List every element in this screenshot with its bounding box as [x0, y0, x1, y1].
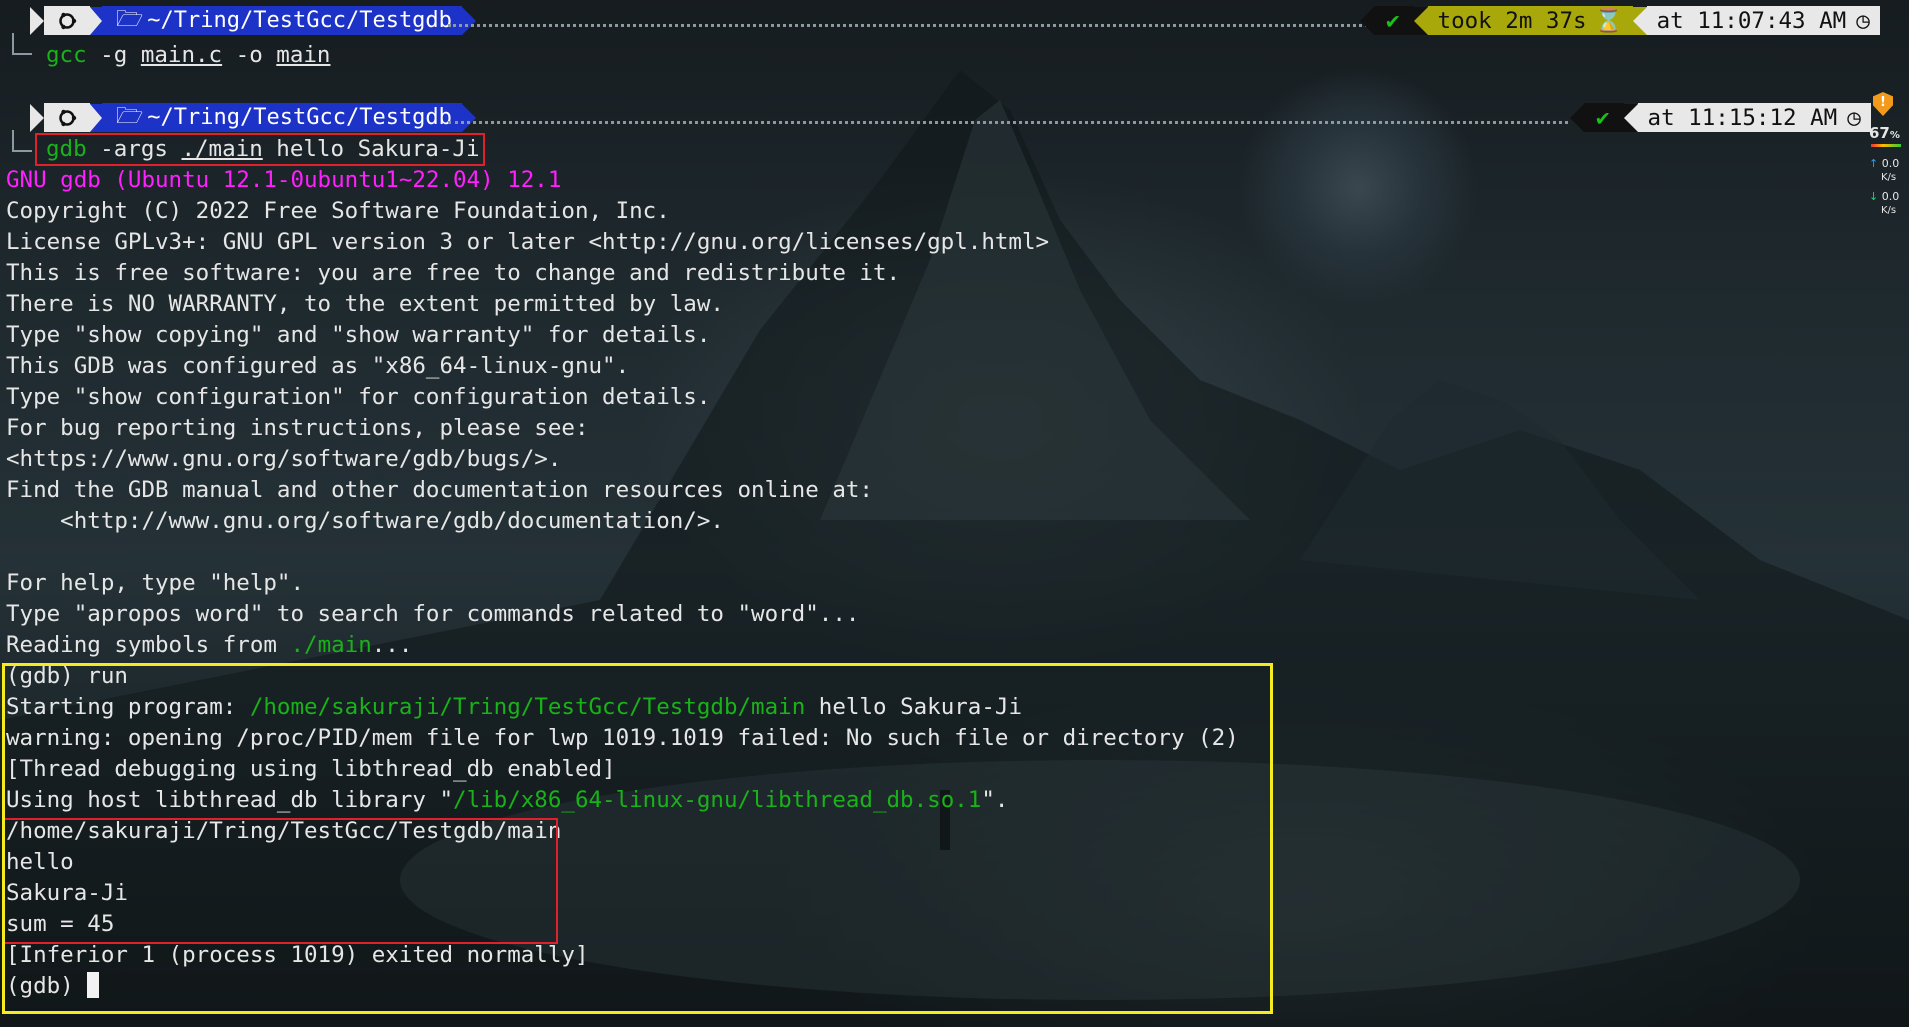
text: Reading symbols from: [6, 632, 291, 658]
prompt-time: at 11:15:12 AM ◷: [1637, 103, 1871, 132]
gdb-intro-line: <https://www.gnu.org/software/gdb/bugs/>…: [6, 446, 562, 472]
prompt-right-bar-2: ✔ at 11:15:12 AM ◷: [1570, 103, 1871, 132]
gdb-banner: GNU gdb (Ubuntu 12.1-0ubuntu1~22.04) 12.…: [6, 167, 562, 193]
prompt-path-text: ~/Tring/TestGcc/Testgdb: [147, 105, 452, 130]
gdb-intro-line: This GDB was configured as "x86_64-linux…: [6, 353, 630, 379]
command-name: gcc: [46, 42, 87, 68]
up-unit: K/s: [1881, 172, 1897, 183]
command-duration: took 2m 37s ⌛: [1427, 6, 1633, 35]
prompt-left-cap: [30, 103, 44, 132]
download-speed: ↓ 0.0 K/s: [1869, 190, 1909, 217]
folder-open-icon: 🗁: [116, 103, 144, 129]
cpu-bar: [1871, 144, 1901, 147]
gdb-intro-line: This is free software: you are free to c…: [6, 260, 901, 286]
gdb-intro-line: Copyright (C) 2022 Free Software Foundat…: [6, 198, 670, 224]
upload-speed: ↑ 0.0 K/s: [1869, 157, 1909, 184]
separator: [90, 103, 102, 132]
gdb-intro-line: Type "show copying" and "show warranty" …: [6, 322, 711, 348]
duration-text: took 2m 37s: [1437, 7, 1587, 34]
clock-icon: ◷: [1856, 7, 1870, 34]
text: ...: [371, 632, 413, 658]
command-arg: -g: [86, 42, 141, 68]
separator: [90, 6, 102, 35]
up-arrow-icon: ↑: [1869, 157, 1879, 170]
system-monitor-widget: ! 67% ↑ 0.0 K/s ↓ 0.0 K/s: [1865, 92, 1909, 217]
cpu-usage: 67%: [1869, 124, 1909, 142]
separator: [1570, 103, 1584, 132]
reading-path: ./main: [290, 632, 372, 658]
os-logo-icon: [44, 6, 90, 35]
prompt-left-cap: [30, 6, 44, 35]
time-text: at 11:07:43 AM: [1656, 7, 1847, 34]
gdb-intro-line: License GPLv3+: GNU GPL version 3 or lat…: [6, 229, 1050, 255]
gdb-intro-line: There is NO WARRANTY, to the extent perm…: [6, 291, 724, 317]
prompt-filler-dots: [448, 24, 1368, 29]
separator: [1360, 6, 1374, 35]
check-icon: ✔: [1596, 104, 1610, 131]
command-output-file: main: [276, 42, 331, 68]
separator: [1623, 103, 1638, 132]
highlight-command-box: [35, 133, 485, 166]
hourglass-icon: ⌛: [1594, 7, 1623, 34]
prompt-path: 🗁 ~/Tring/TestGcc/Testgdb: [102, 103, 462, 132]
command-file: main.c: [140, 42, 223, 68]
os-logo-icon: [44, 103, 90, 132]
prompt-path-text: ~/Tring/TestGcc/Testgdb: [147, 8, 452, 33]
separator: [461, 103, 476, 132]
prompt-connector: [12, 130, 32, 152]
check-icon: ✔: [1386, 7, 1400, 34]
gdb-intro-line: Type "apropos word" to search for comman…: [6, 601, 860, 627]
cpu-unit: %: [1889, 130, 1900, 141]
highlight-run-box: [2, 663, 1273, 1014]
prompt-filler-dots: [448, 121, 1568, 126]
gdb-intro-line: <http://www.gnu.org/software/gdb/documen…: [6, 508, 724, 534]
gdb-intro-line: Find the GDB manual and other documentat…: [6, 477, 873, 503]
shield-icon: !: [1873, 92, 1893, 116]
prompt-time: at 11:07:43 AM ◷: [1646, 6, 1880, 35]
separator: [1413, 6, 1428, 35]
down-value: 0.0: [1881, 190, 1900, 203]
cpu-percent: 67: [1869, 124, 1890, 142]
status-ok: ✔: [1584, 103, 1624, 132]
gdb-intro-line: For help, type "help".: [6, 570, 305, 596]
separator: [461, 6, 476, 35]
prompt-right-bar-1: ✔ took 2m 37s ⌛ at 11:07:43 AM ◷: [1360, 6, 1880, 35]
gdb-intro-line: Type "show configuration" for configurat…: [6, 384, 711, 410]
command-line-1: gcc -g main.c -o main: [46, 40, 330, 71]
down-arrow-icon: ↓: [1869, 190, 1879, 203]
prompt-path: 🗁 ~/Tring/TestGcc/Testgdb: [102, 6, 462, 35]
reading-symbols-line: Reading symbols from ./main...: [6, 630, 412, 661]
separator: [1632, 6, 1647, 35]
prompt-bar-1: 🗁 ~/Tring/TestGcc/Testgdb: [30, 6, 476, 35]
up-value: 0.0: [1881, 157, 1900, 170]
terminal[interactable]: 🗁 ~/Tring/TestGcc/Testgdb ✔ took 2m 37s …: [0, 0, 1909, 1027]
down-unit: K/s: [1881, 205, 1897, 216]
command-arg: -o: [222, 42, 277, 68]
prompt-connector: [12, 33, 32, 55]
prompt-bar-2: 🗁 ~/Tring/TestGcc/Testgdb: [30, 103, 476, 132]
clock-icon: ◷: [1847, 104, 1861, 131]
time-text: at 11:15:12 AM: [1647, 104, 1838, 131]
folder-open-icon: 🗁: [116, 6, 144, 32]
gdb-intro-line: For bug reporting instructions, please s…: [6, 415, 589, 441]
status-ok: ✔: [1374, 6, 1414, 35]
